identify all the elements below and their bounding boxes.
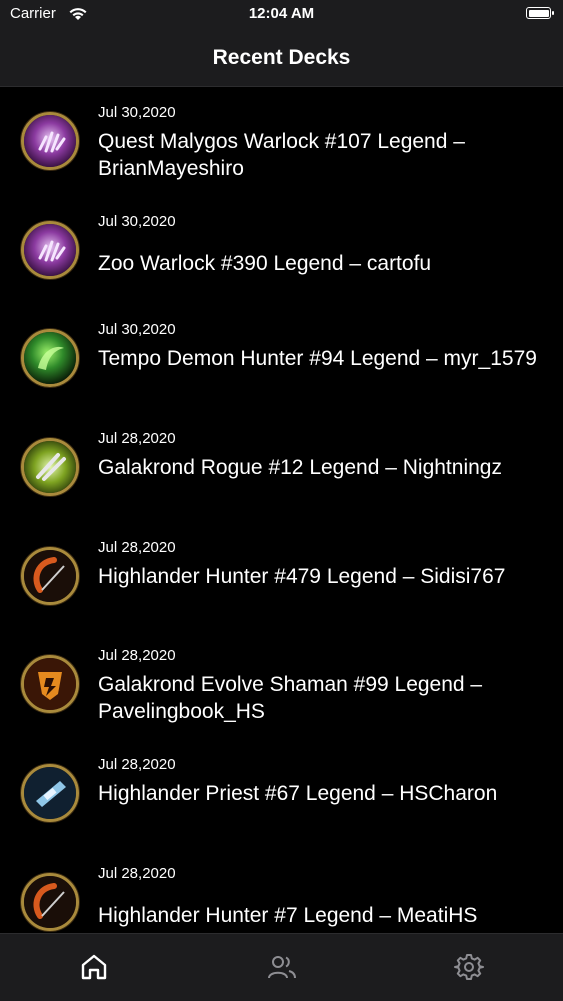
deck-title: Quest Malygos Warlock #107 Legend – Bria… [98,130,465,180]
deck-date: Jul 30,2020 [98,104,176,121]
people-icon[interactable] [267,952,297,982]
shaman-class-icon [21,655,79,714]
priest-class-icon [21,764,79,823]
deck-row[interactable]: Jul 30,2020 Quest Malygos Warlock #107 L… [0,87,563,196]
deck-title: Highlander Hunter #7 Legend – MeatiHS [98,903,478,927]
deck-title: Tempo Demon Hunter #94 Legend – myr_1579 [98,347,537,371]
deck-title: Galakrond Rogue #12 Legend – Nightningz [98,456,502,480]
deck-row[interactable]: Jul 28,2020 Highlander Hunter #479 Legen… [0,522,563,631]
deck-title: Highlander Priest #67 Legend – HSCharon [98,782,498,806]
gear-icon[interactable] [454,952,484,982]
deck-row[interactable]: Jul 28,2020 Highlander Priest #67 Legend… [0,739,563,848]
deck-date: Jul 28,2020 [98,538,176,556]
rogue-class-icon [21,438,79,497]
deck-title: Galakrond Evolve Shaman #99 Legend – Pav… [98,673,483,724]
deck-list[interactable]: Jul 30,2020 Quest Malygos Warlock #107 L… [0,87,563,933]
warlock-class-icon [21,220,79,279]
navigation-bar: Recent Decks [0,30,563,87]
demon-hunter-class-icon [21,329,79,388]
deck-date: Jul 30,2020 [98,212,176,230]
deck-row[interactable]: Jul 30,2020 Tempo Demon Hunter #94 Legen… [0,304,563,413]
deck-date: Jul 28,2020 [98,647,176,665]
deck-date: Jul 28,2020 [98,864,176,882]
status-bar: Carrier 12:04 AM [0,0,563,30]
warlock-class-icon [21,112,79,170]
deck-row[interactable]: Jul 28,2020 Galakrond Rogue #12 Legend –… [0,413,563,522]
deck-row[interactable]: Jul 28,2020 Highlander Hunter #7 Legend … [0,848,563,933]
status-time: 12:04 AM [248,5,315,22]
deck-date: Jul 28,2020 [98,430,176,448]
deck-title: Highlander Hunter #479 Legend – Sidisi76… [98,564,506,588]
deck-date: Jul 30,2020 [98,321,176,339]
deck-row[interactable]: Jul 30,2020 Zoo Warlock #390 Legend – ca… [0,196,563,305]
hunter-class-icon [21,546,79,605]
deck-title: Zoo Warlock #390 Legend – cartofu [98,251,432,275]
battery-icon [526,7,554,19]
deck-row[interactable]: Jul 28,2020 Galakrond Evolve Shaman #99 … [0,630,563,739]
home-icon[interactable] [79,952,109,982]
hunter-class-icon [21,872,79,931]
tab-bar [0,933,563,1001]
page-title: Recent Decks [212,46,351,69]
deck-date: Jul 28,2020 [98,756,176,774]
